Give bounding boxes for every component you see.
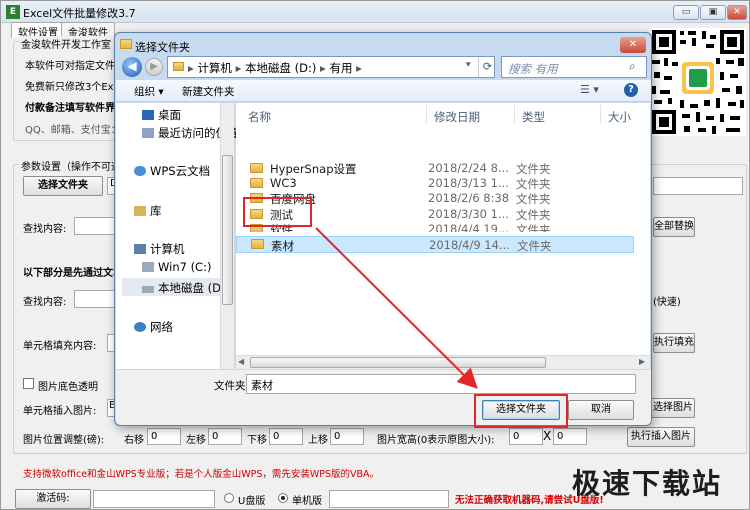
watermark-text: 极速下载站 xyxy=(572,467,723,500)
annotation-arrow xyxy=(315,227,478,389)
